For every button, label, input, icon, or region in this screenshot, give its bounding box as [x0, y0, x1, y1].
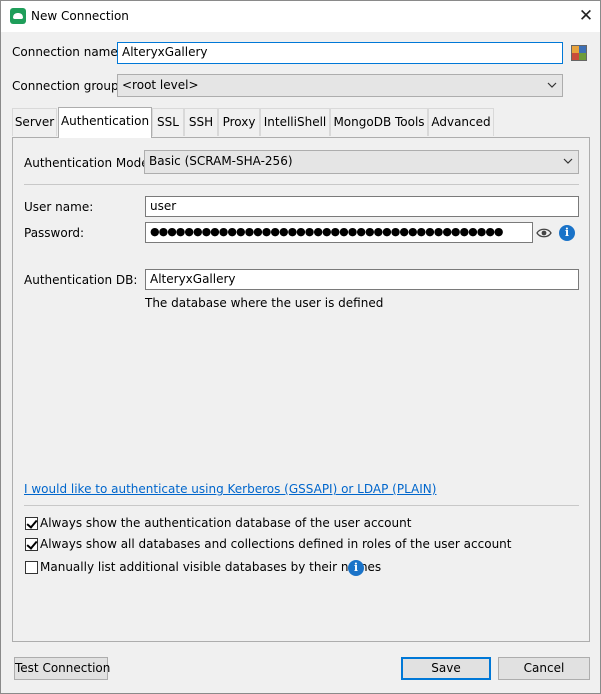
auth-mode-value: Basic (SCRAM-SHA-256) [149, 154, 293, 168]
info-icon[interactable]: i [348, 560, 364, 576]
save-button[interactable]: Save [401, 657, 491, 680]
window-title: New Connection [31, 9, 129, 23]
cancel-button[interactable]: Cancel [498, 657, 590, 680]
manual-list-checkbox[interactable] [25, 561, 38, 574]
info-icon[interactable]: i [559, 225, 575, 241]
connection-group-value: <root level> [122, 78, 199, 92]
kerberos-ldap-link[interactable]: I would like to authenticate using Kerbe… [24, 482, 436, 496]
authdb-label: Authentication DB: [24, 273, 138, 287]
username-input[interactable]: user [145, 196, 579, 217]
show-all-dbs-label: Always show all databases and collection… [40, 537, 512, 551]
show-auth-db-checkbox[interactable] [25, 517, 38, 530]
show-all-dbs-checkbox[interactable] [25, 538, 38, 551]
eye-icon[interactable] [536, 226, 552, 240]
tab-server[interactable]: Server [12, 108, 57, 136]
tab-ssh[interactable]: SSH [184, 108, 218, 136]
manual-list-label: Manually list additional visible databas… [40, 560, 382, 574]
separator [24, 184, 579, 185]
separator [24, 505, 579, 506]
tab-authentication[interactable]: Authentication [58, 107, 152, 138]
tab-proxy[interactable]: Proxy [218, 108, 260, 136]
password-input[interactable]: ●●●●●●●●●●●●●●●●●●●●●●●●●●●●●●●●●●●●●●●●… [145, 222, 533, 243]
show-auth-db-label: Always show the authentication database … [40, 516, 412, 530]
chevron-down-icon [563, 158, 573, 164]
close-icon[interactable]: ✕ [573, 4, 599, 28]
connection-group-select[interactable]: <root level> [117, 74, 563, 97]
chevron-down-icon [547, 82, 557, 88]
color-picker-icon[interactable] [571, 45, 587, 61]
title-bar: New Connection ✕ [1, 1, 600, 32]
tab-ssl[interactable]: SSL [152, 108, 184, 136]
app-icon [10, 8, 26, 24]
auth-mode-label: Authentication Mode: [24, 156, 153, 170]
test-connection-button[interactable]: Test Connection [14, 657, 110, 680]
connection-group-label: Connection group: [12, 79, 123, 93]
connection-name-input[interactable]: AlteryxGallery [117, 42, 563, 64]
authdb-hint: The database where the user is defined [145, 296, 384, 310]
auth-mode-select[interactable]: Basic (SCRAM-SHA-256) [144, 150, 579, 174]
new-connection-dialog: New Connection ✕ Connection name: Altery… [0, 0, 601, 694]
connection-name-label: Connection name: [12, 45, 122, 59]
password-label: Password: [24, 226, 85, 240]
authdb-input[interactable]: AlteryxGallery [145, 269, 579, 290]
tab-advanced[interactable]: Advanced [428, 108, 494, 136]
tab-intellishell[interactable]: IntelliShell [260, 108, 330, 136]
tab-mongodb-tools[interactable]: MongoDB Tools [330, 108, 428, 136]
username-label: User name: [24, 200, 94, 214]
